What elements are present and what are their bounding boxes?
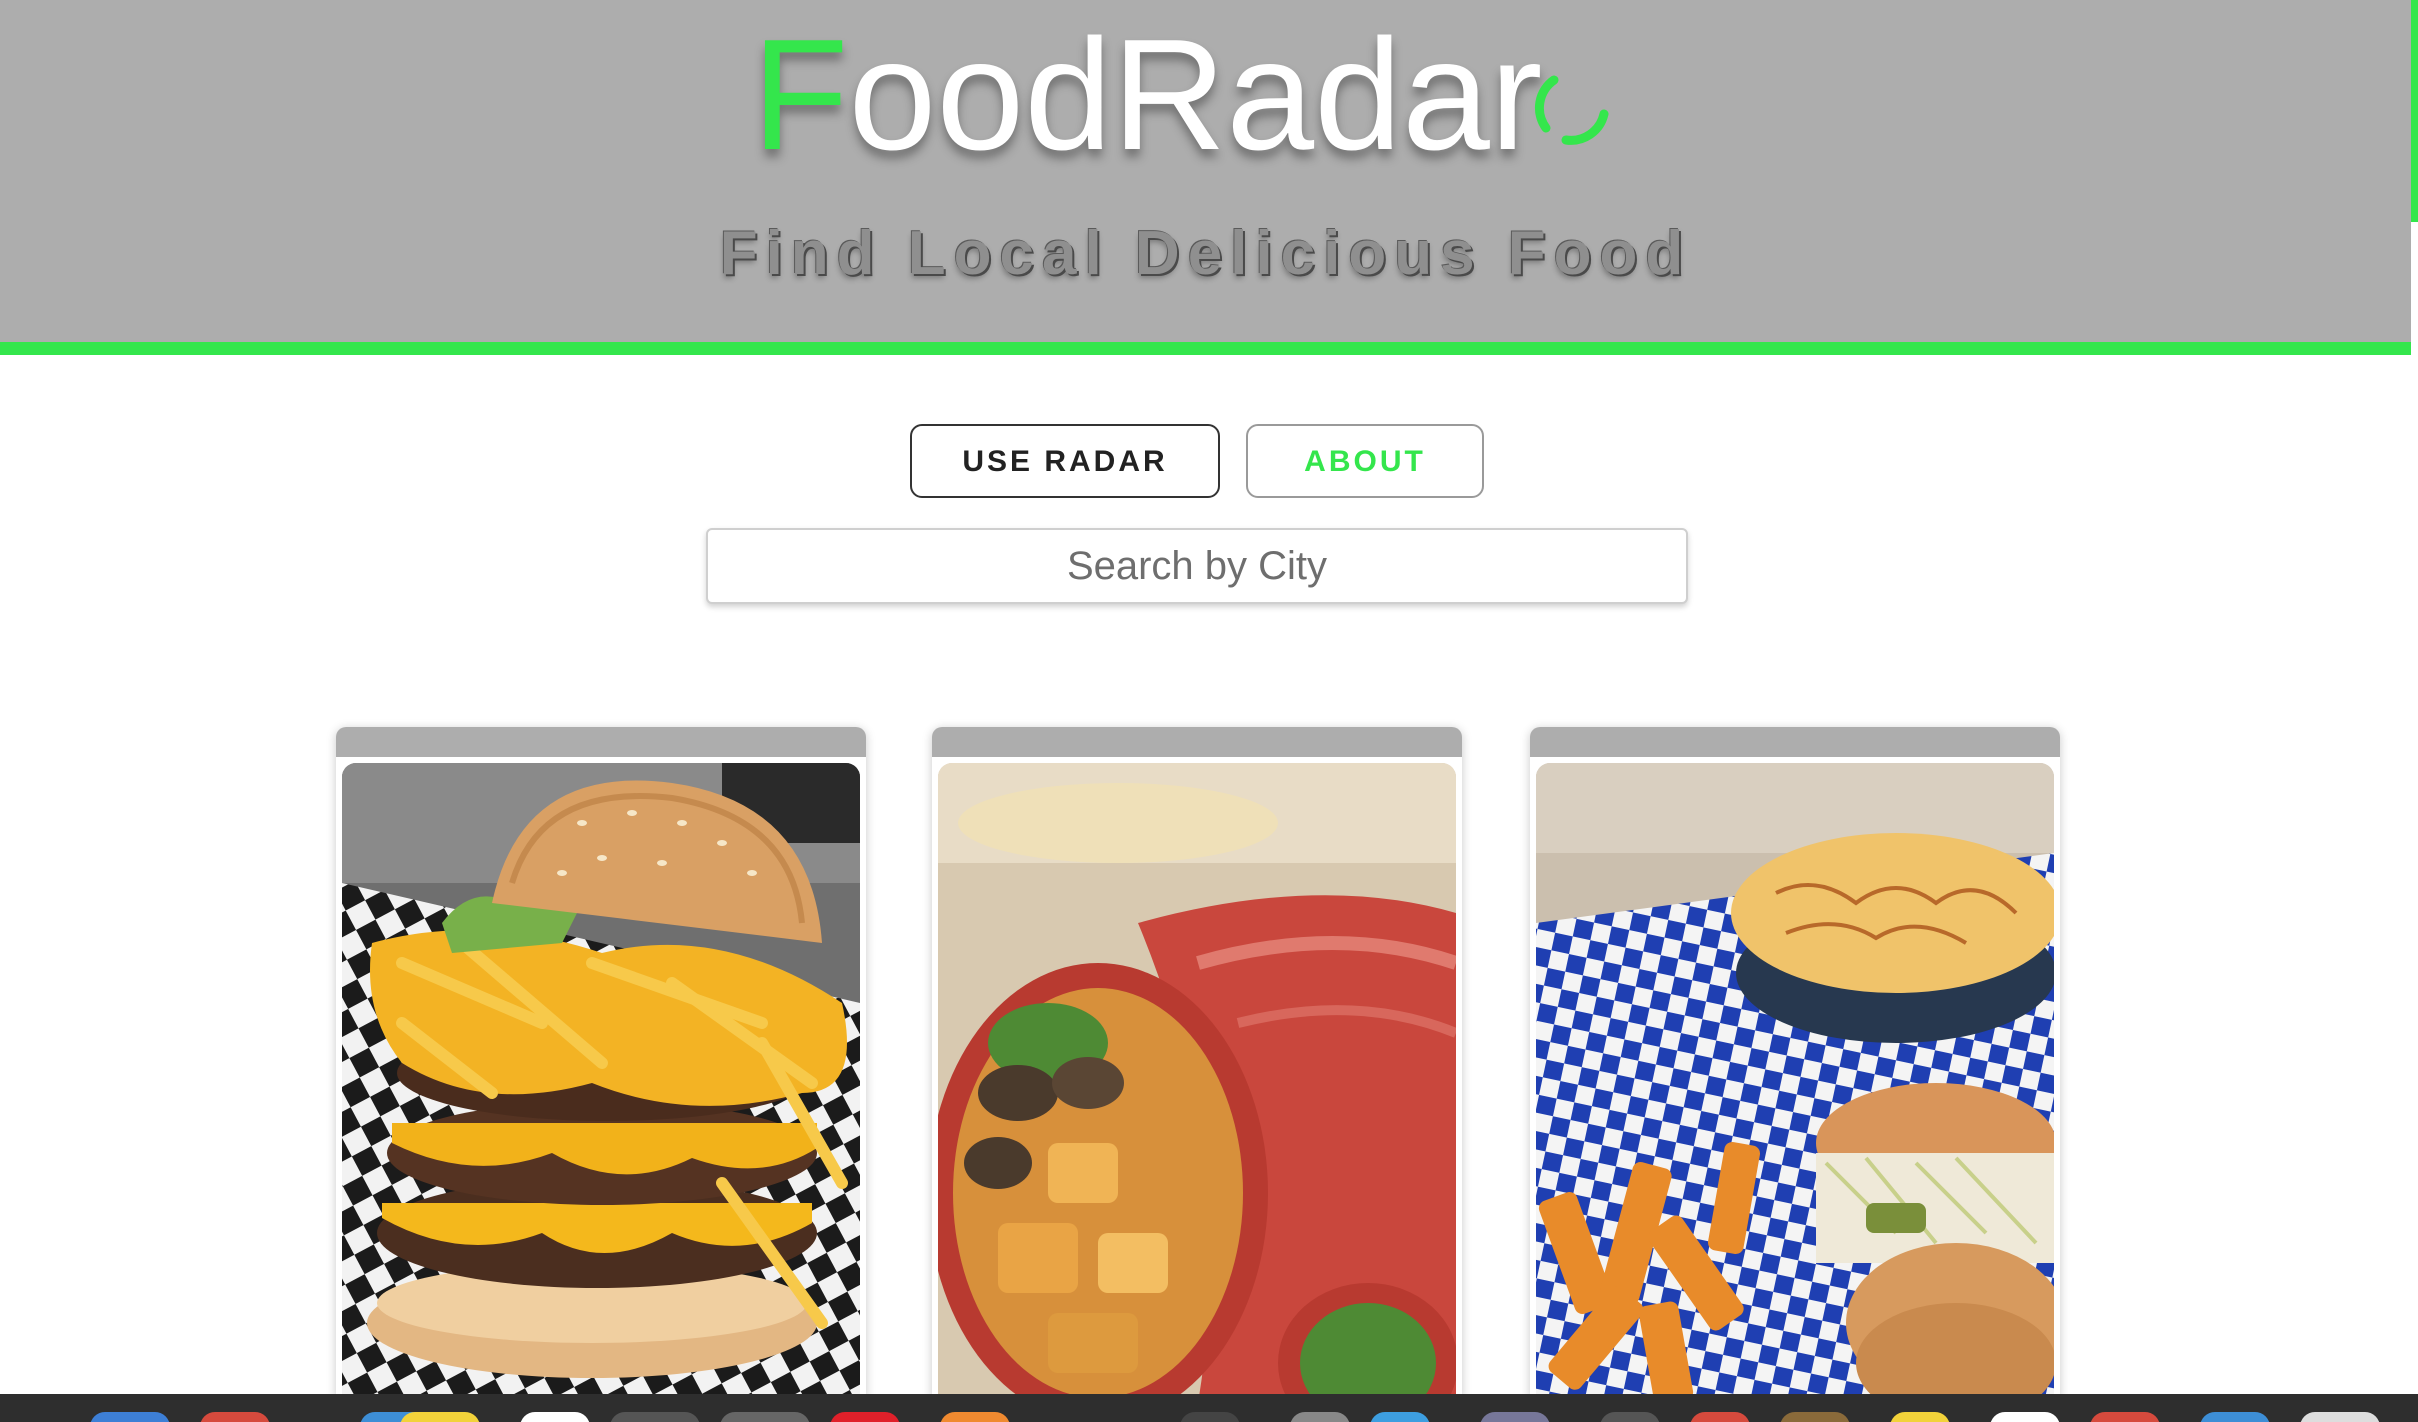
food-card[interactable]	[1530, 727, 2060, 1397]
dock-app-icon[interactable]	[90, 1412, 170, 1422]
card-header-bar	[336, 727, 866, 757]
about-button[interactable]: ABOUT	[1246, 424, 1484, 498]
dock-app-icon[interactable]	[1480, 1412, 1550, 1422]
tagline: Find Local Delicious Food	[719, 219, 1692, 288]
wrap-photo[interactable]	[938, 763, 1456, 1397]
dock-app-icon[interactable]	[1890, 1412, 1950, 1422]
header-accent-stripe	[0, 342, 2411, 355]
dock-app-icon[interactable]	[2300, 1412, 2380, 1422]
dock-app-icon[interactable]	[200, 1412, 270, 1422]
dock-app-icon[interactable]	[2090, 1412, 2160, 1422]
radar-spinner-icon	[1520, 56, 1620, 156]
site-logo[interactable]: FoodRadar	[752, 10, 1542, 180]
scrollbar-thumb[interactable]	[2411, 0, 2418, 222]
page: FoodRadar Find Local Delicious Food USE …	[0, 0, 2418, 1422]
dock-app-icon[interactable]	[1690, 1412, 1750, 1422]
food-card[interactable]	[336, 727, 866, 1397]
food-card[interactable]	[932, 727, 1462, 1397]
use-radar-button[interactable]: USE RADAR	[910, 424, 1220, 498]
dock-app-icon[interactable]	[720, 1412, 810, 1422]
dock-app-icon[interactable]	[830, 1412, 900, 1422]
dock-app-icon[interactable]	[1180, 1412, 1240, 1422]
dock-app-icon[interactable]	[2200, 1412, 2270, 1422]
os-dock	[0, 1394, 2418, 1422]
logo-rest: oodRadar	[848, 7, 1543, 183]
dock-app-icon[interactable]	[610, 1412, 700, 1422]
dock-app-icon[interactable]	[400, 1412, 480, 1422]
dock-app-icon[interactable]	[1290, 1412, 1350, 1422]
card-header-bar	[1530, 727, 2060, 757]
site-header: FoodRadar Find Local Delicious Food	[0, 0, 2411, 342]
dock-app-icon[interactable]	[520, 1412, 590, 1422]
dock-app-icon[interactable]	[1990, 1412, 2060, 1422]
logo-first-letter: F	[752, 7, 849, 183]
dock-app-icon[interactable]	[940, 1412, 1010, 1422]
dock-app-icon[interactable]	[1370, 1412, 1430, 1422]
search-city-input[interactable]	[706, 528, 1688, 604]
dock-app-icon[interactable]	[1780, 1412, 1850, 1422]
card-header-bar	[932, 727, 1462, 757]
burger-fries-photo[interactable]	[1536, 763, 2054, 1397]
dock-app-icon[interactable]	[1600, 1412, 1660, 1422]
burger-photo[interactable]	[342, 763, 860, 1397]
